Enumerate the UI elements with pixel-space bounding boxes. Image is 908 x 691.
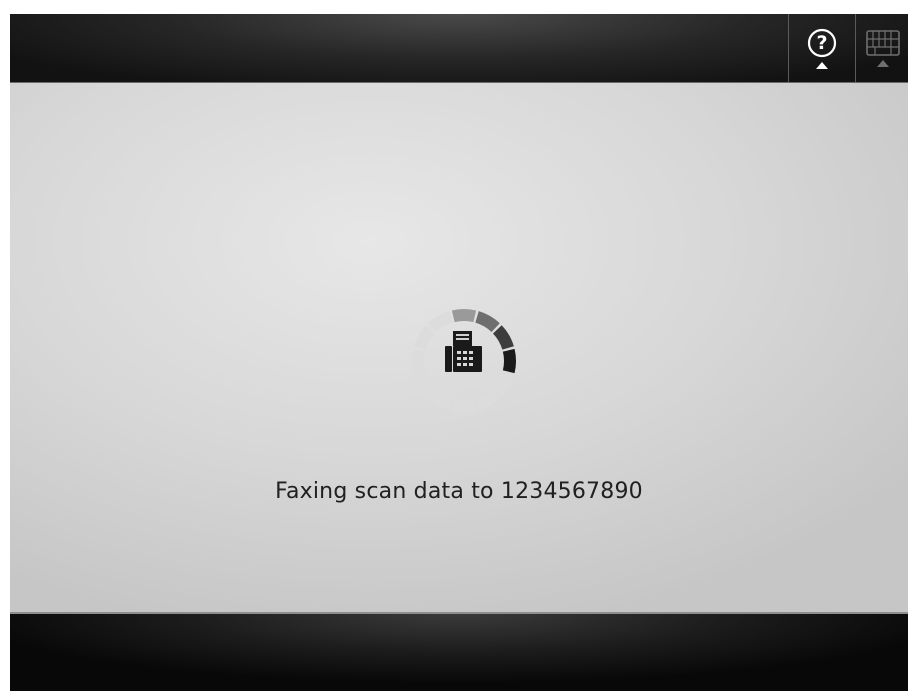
- keyboard-expand-arrow-icon: [876, 59, 889, 67]
- status-message: Faxing scan data to 1234567890: [275, 479, 643, 504]
- spinner-segment-active: [502, 348, 516, 374]
- spinner-segment-inactive: [475, 390, 500, 411]
- spinner-segment-inactive: [451, 399, 477, 413]
- help-expand-arrow-icon: [816, 61, 828, 69]
- spinner-segment-inactive: [428, 311, 453, 332]
- help-button[interactable]: ?: [788, 14, 855, 82]
- spinner-segment-inactive: [428, 390, 453, 411]
- spinner-segment-inactive: [412, 348, 426, 374]
- help-icon-glyph: ?: [816, 32, 827, 54]
- spinner-segment-inactive: [493, 372, 514, 397]
- fax-icon: [445, 331, 482, 372]
- bottom-bar: [10, 614, 908, 691]
- main-content: Faxing scan data to 1234567890: [10, 83, 908, 614]
- spinner-segment-active: [493, 325, 514, 350]
- app-frame: ? Faxing scan data to 1234567890: [10, 14, 908, 691]
- help-icon: ?: [807, 28, 837, 57]
- spinner-segment-active: [475, 311, 500, 332]
- spinner-segment-active: [451, 309, 477, 323]
- top-bar: ?: [10, 14, 908, 83]
- keyboard-button[interactable]: [855, 14, 908, 82]
- progress-spinner: [412, 309, 516, 413]
- keyboard-icon: [865, 29, 900, 56]
- spinner-segment-inactive: [414, 325, 435, 350]
- spinner-segment-inactive: [414, 372, 435, 397]
